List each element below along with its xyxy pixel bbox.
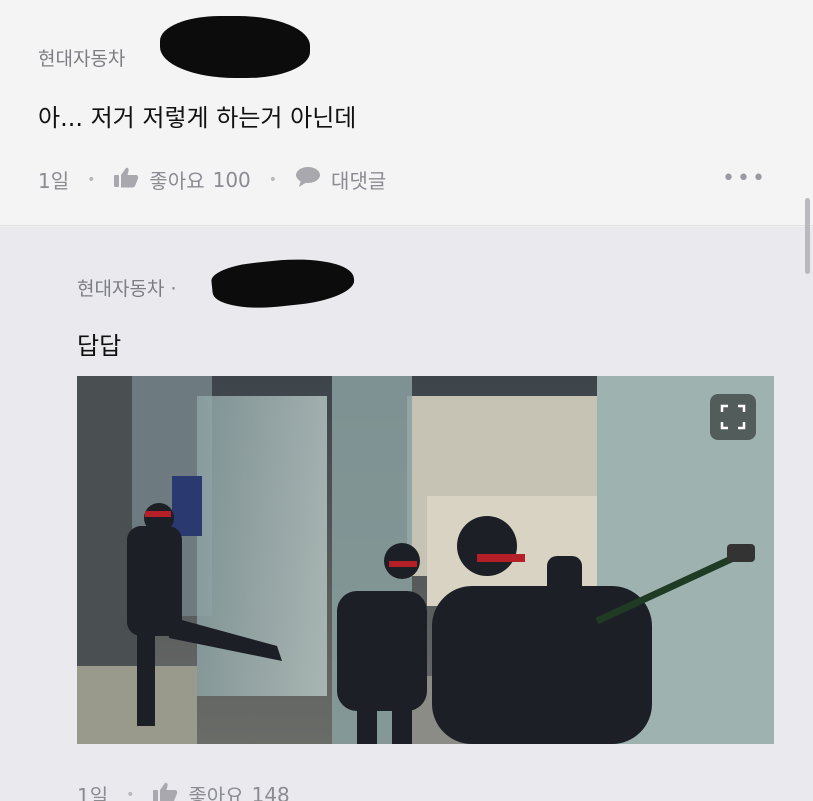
speech-bubble-icon [295,166,321,193]
photo-scene [77,376,774,744]
reply-like-button[interactable]: 좋아요 148 [152,780,290,801]
comment-meta: 1일 • 좋아요 100 • 대댓글 [38,165,386,194]
expand-icon[interactable] [710,394,756,440]
reply-body: 답답 [77,332,122,360]
thumbs-up-icon [152,781,178,801]
scrollbar[interactable] [805,198,810,274]
reply-time: 1일 [77,784,109,801]
more-icon[interactable]: ••• [722,166,767,191]
comment-time: 1일 [38,169,70,193]
reply-button[interactable]: 대댓글 [295,165,386,194]
comment-body: 아... 저거 저렇게 하는거 아닌데 [38,104,357,132]
redacted-name [160,16,310,78]
comment: 현대자동차 아... 저거 저렇게 하는거 아닌데 1일 • 좋아요 100 •… [0,0,813,226]
reply-photo[interactable] [77,376,774,744]
reply-meta: 1일 • 좋아요 148 [77,780,290,801]
like-label: 좋아요 [149,169,205,193]
like-label: 좋아요 [188,784,244,801]
like-count: 148 [251,782,290,801]
like-count: 100 [212,167,251,192]
thumbs-up-icon [113,166,139,193]
comment-author[interactable]: 현대자동차 [38,44,125,71]
reply-author[interactable]: 현대자동차 · [77,274,176,301]
like-button[interactable]: 좋아요 100 [113,165,251,194]
reply-label: 대댓글 [331,169,387,193]
